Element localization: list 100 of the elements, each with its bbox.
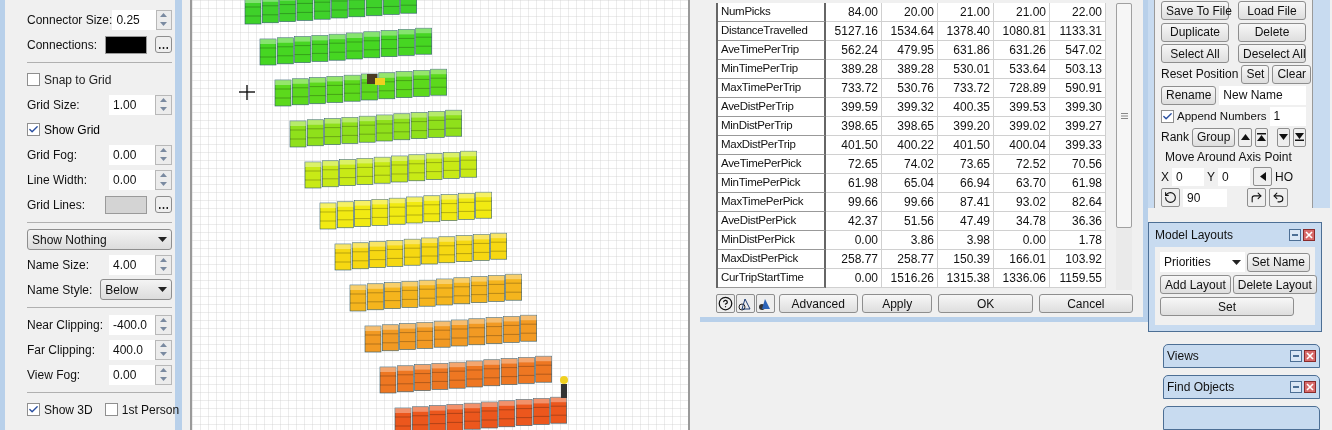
dropdown[interactable]: Show Nothing [27, 229, 172, 250]
down-arrow-icon [160, 377, 167, 381]
angle-field[interactable]: 90 [1183, 188, 1227, 207]
button[interactable]: Add Layout [1160, 275, 1231, 294]
table-cell: 0.00 [826, 231, 882, 250]
number-field[interactable]: -400.0 [109, 314, 155, 335]
dialog-button[interactable]: Apply [861, 294, 933, 313]
color-swatch[interactable] [105, 35, 147, 54]
down-arrow-icon [1277, 132, 1289, 143]
number-field[interactable]: 400.0 [109, 339, 155, 360]
help-button[interactable] [716, 294, 735, 313]
field-label: Y [1207, 168, 1216, 186]
button[interactable]: Rename [1161, 85, 1217, 105]
checkbox[interactable] [104, 403, 118, 416]
spin-button[interactable] [155, 144, 172, 165]
top-arrow-icon [1255, 132, 1267, 143]
up-arrow-icon [160, 368, 167, 372]
checkbox[interactable] [27, 123, 40, 136]
number-field[interactable]: 1 [1269, 106, 1306, 126]
row-header: MaxTimePerPick [718, 193, 826, 212]
spin-button[interactable] [155, 254, 172, 275]
dialog-button[interactable]: Advanced [778, 294, 858, 313]
spin-button[interactable] [155, 339, 172, 360]
number-field[interactable]: 0.25 [112, 9, 156, 30]
button[interactable]: Deselect All [1238, 44, 1306, 64]
spin-button[interactable] [155, 314, 172, 335]
x-field[interactable]: 0 [1172, 167, 1204, 186]
dropdown[interactable]: Priorities [1160, 252, 1245, 272]
minimize-icon[interactable] [1289, 229, 1301, 241]
turn-arrow-icon [1250, 191, 1263, 205]
table-cell: 590.91 [1050, 79, 1106, 98]
color-swatch[interactable] [105, 195, 147, 214]
row-header: MaxDistPerPick [718, 250, 826, 269]
panel-title: Find Objects [1167, 379, 1235, 396]
button[interactable]: Group [1192, 127, 1236, 147]
button[interactable]: Duplicate [1161, 22, 1229, 42]
table-cell: 21.00 [938, 3, 994, 22]
browse-button[interactable] [155, 196, 172, 213]
close-icon[interactable] [1303, 229, 1315, 241]
table-cell: 1336.06 [994, 269, 1050, 288]
row-header: MinDistPerTrip [718, 117, 826, 136]
caret-icon [158, 287, 167, 292]
table-cell: 63.70 [994, 174, 1050, 193]
left-arrow-button[interactable] [1253, 167, 1273, 187]
table-cell: 65.04 [882, 174, 938, 193]
dropdown[interactable]: Below [100, 279, 172, 300]
dialog-button[interactable]: Cancel [1038, 294, 1133, 313]
spin-button[interactable] [155, 94, 172, 115]
docked-panel-bar[interactable]: Views [1163, 344, 1320, 368]
button[interactable]: Load File [1238, 1, 1306, 21]
button[interactable]: Delete [1238, 22, 1306, 42]
top-arrow-button[interactable] [1254, 127, 1268, 147]
down-arrow-button[interactable] [1276, 127, 1290, 147]
table-cell: 70.56 [1050, 155, 1106, 174]
checkbox[interactable] [1161, 109, 1174, 123]
browse-button[interactable] [155, 36, 172, 53]
number-field[interactable]: 0.00 [109, 169, 155, 190]
button[interactable]: Clear [1272, 64, 1312, 84]
checkbox[interactable] [27, 73, 40, 86]
table-cell: 1.78 [1050, 231, 1106, 250]
number-field[interactable]: 4.00 [109, 254, 155, 275]
dialog-button[interactable]: OK [938, 294, 1033, 313]
bottom-arrow-button[interactable] [1292, 127, 1306, 147]
table-cell: 36.36 [1050, 212, 1106, 231]
number-field[interactable]: 0.00 [109, 364, 155, 385]
checkbox[interactable] [27, 403, 40, 416]
table-cell: 82.64 [1050, 193, 1106, 212]
button[interactable]: Set [1160, 297, 1294, 316]
table-cell: 0.00 [826, 269, 882, 288]
flip-button[interactable] [1269, 188, 1288, 208]
button[interactable]: Set [1241, 64, 1270, 84]
docked-panel-bar[interactable]: Find Objects [1163, 375, 1320, 399]
spin-button[interactable] [155, 364, 172, 385]
name-field[interactable]: New Name [1219, 85, 1306, 105]
shape-button[interactable] [755, 294, 775, 313]
scrollbar[interactable] [1116, 3, 1132, 290]
rotate-button[interactable] [1161, 188, 1180, 208]
number-field[interactable]: 0.00 [109, 144, 155, 165]
docked-panel-bar[interactable] [1163, 406, 1320, 430]
turn-button[interactable] [1247, 188, 1266, 208]
shape-button[interactable] [735, 294, 755, 313]
row-header: MinTimePerPick [718, 174, 826, 193]
table-cell: 1159.55 [1050, 269, 1106, 288]
up-arrow-button[interactable] [1238, 127, 1252, 147]
spin-button[interactable] [155, 169, 172, 190]
up-arrow-icon [160, 343, 167, 347]
table-cell: 0.00 [994, 231, 1050, 250]
table-cell: 399.20 [938, 117, 994, 136]
button[interactable]: Select All [1161, 44, 1229, 64]
table-cell: 398.65 [882, 117, 938, 136]
table-cell: 166.01 [994, 250, 1050, 269]
table-cell: 399.33 [1050, 136, 1106, 155]
down-arrow-icon [160, 182, 167, 186]
y-field[interactable]: 0 [1218, 167, 1251, 186]
number-field[interactable]: 1.00 [109, 94, 155, 115]
button[interactable]: Set Name [1246, 252, 1310, 272]
down-arrow-icon [160, 107, 167, 111]
close-icon[interactable] [1304, 381, 1316, 393]
close-icon[interactable] [1304, 350, 1316, 362]
button[interactable]: Delete Layout [1232, 275, 1317, 294]
